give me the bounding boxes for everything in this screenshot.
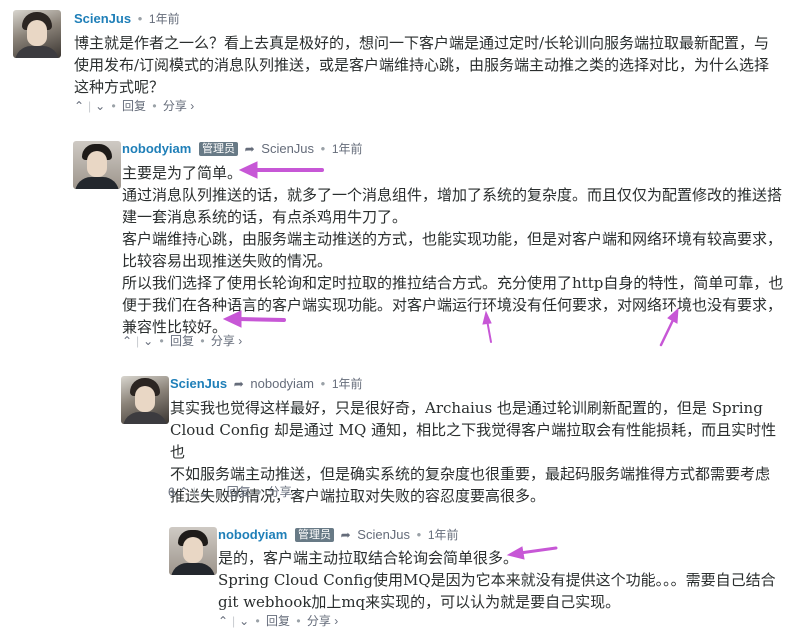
moderator-badge: 管理员 [294,528,334,542]
comment-header: nobodyiam 管理员 ➦ ScienJus • 1年前 [218,526,459,544]
author-name[interactable]: nobodyiam [218,527,287,542]
chevron-up-icon[interactable]: ⌃ [218,613,228,629]
separator-dot: • [416,527,422,542]
timestamp[interactable]: 1年前 [428,528,459,542]
divider: | [232,614,236,628]
comment-line: Spring Cloud Config使用MQ是因为它本来就没有提供这个功能。。… [218,571,776,589]
reply-button[interactable]: 回复 [266,614,290,628]
separator-dot: • [255,614,260,628]
comment-body: 是的，客户端主动拉取结合轮询会简单很多。 Spring Cloud Config… [218,547,788,613]
reply-to-user[interactable]: ScienJus [357,527,410,542]
comment-line: 是的，客户端主动拉取结合轮询会简单很多。 [218,549,519,567]
reply-arrow-icon: ➦ [340,528,351,542]
comment-4: nobodyiam 管理员 ➦ ScienJus • 1年前 是的，客户端主动拉… [0,0,794,631]
separator-dot: • [296,614,301,628]
comment-footer: ⌃ | ⌄ • 回复 • 分享 › [218,613,338,629]
comment-line: git webhook加上mq来实现的，可以认为就是要自己实现。 [218,593,621,611]
chevron-down-icon[interactable]: ⌄ [239,613,249,629]
share-button[interactable]: 分享 › [307,614,338,628]
avatar[interactable] [169,527,217,575]
